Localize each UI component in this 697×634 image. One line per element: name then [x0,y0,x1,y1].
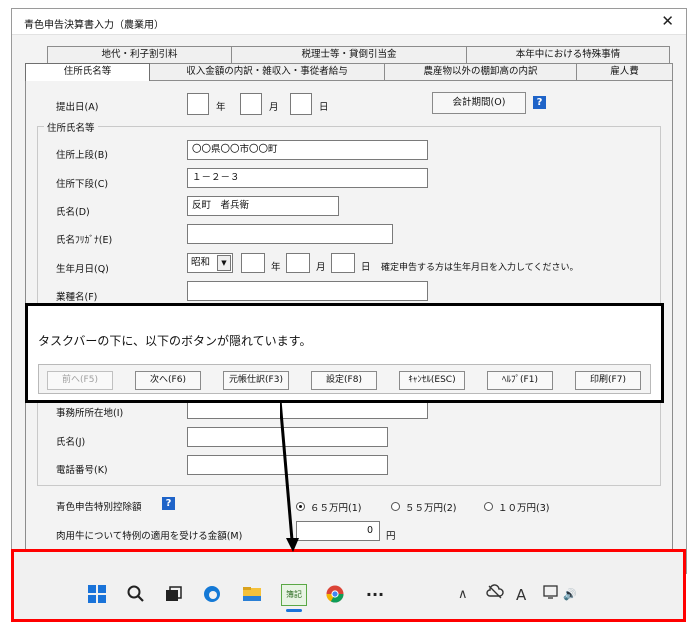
blue-deduction-label: 青色申告特別控除額 [56,502,142,513]
cancel-button[interactable]: ｷｬﾝｾﾙ(ESC) [399,371,465,390]
task-view-icon[interactable] [162,584,184,606]
submission-month-unit: 月 [269,102,279,113]
address-upper-label: 住所上段(B) [56,150,108,161]
tab-address-name[interactable]: 住所氏名等 [25,63,150,81]
chevron-up-icon[interactable]: ∧ [458,584,468,606]
speaker-icon[interactable]: 🔊 [563,584,577,606]
submission-year-unit: 年 [216,102,226,113]
callout-text: タスクバーの下に、以下のボタンが隠れています。 [38,334,312,348]
taskbar-highlight: 簿記 ··· ∧ A 🔊 [11,549,686,622]
file-explorer-icon[interactable] [241,584,263,606]
tab-label: 地代・利子割引料 [101,49,178,60]
network-icon[interactable] [540,584,562,606]
active-app-indicator [286,609,302,612]
tab-label: 農産物以外の棚卸高の内訳 [423,66,538,77]
hidden-button-bar: 前へ(F5) 次へ(F6) 元帳仕訳(F3) 設定(F8) ｷｬﾝｾﾙ(ESC)… [38,364,651,394]
chevron-down-icon[interactable]: ▼ [217,255,231,271]
tab-employee-cost[interactable]: 雇人費 [576,63,673,80]
tab-label: 収入金額の内訳・雑収入・事從者給与 [186,66,348,77]
office-address-label: 事務所所在地(I) [56,408,124,419]
windows-start-icon[interactable] [86,584,108,606]
bookkeeping-app-label: 簿記 [286,590,302,599]
close-icon[interactable]: ✕ [661,12,674,30]
birth-day-field[interactable] [331,253,355,273]
phone-field[interactable] [187,455,388,475]
deduction-10-label[interactable]: １０万円(3) [498,500,549,514]
deduction-55-radio[interactable] [391,502,400,511]
birthdate-label: 生年月日(Q) [56,264,109,275]
address-lower-field[interactable]: １－２－３ [187,168,428,188]
deduction-65-radio[interactable] [296,502,305,511]
submission-day-unit: 日 [319,102,329,113]
phone-label: 電話番号(K) [56,465,108,476]
tab-label: 住所氏名等 [63,66,112,77]
name-label: 氏名(D) [56,207,90,218]
tab-label: 税理士等・貸倒引当金 [301,49,397,60]
tab-revenue-breakdown[interactable]: 収入金額の内訳・雑収入・事從者給与 [149,63,385,80]
beef-amount-label: 肉用牛について特例の適用を受ける金額(M) [56,531,243,542]
search-icon[interactable] [125,584,147,606]
print-button[interactable]: 印刷(F7) [575,371,641,390]
tab-tax-accountant[interactable]: 税理士等・貸倒引当金 [231,46,467,63]
bookkeeping-app-icon[interactable]: 簿記 [281,584,307,606]
next-button[interactable]: 次へ(F6) [135,371,201,390]
birth-year-unit: 年 [271,262,281,273]
office-name-field[interactable] [187,427,388,447]
hidden-buttons-callout: タスクバーの下に、以下のボタンが隠れています。 前へ(F5) 次へ(F6) 元帳… [25,303,664,403]
accounting-period-button[interactable]: 会計期間(O) [432,92,526,114]
business-name-label: 業種名(F) [56,292,98,303]
address-lower-label: 住所下段(C) [56,179,109,190]
help-icon[interactable]: ? [533,96,546,109]
tab-label: 本年中における特殊事情 [515,49,621,60]
office-name-label: 氏名(J) [56,437,86,448]
window-title: 青色申告決算書入力（農業用） [24,20,164,31]
birth-day-unit: 日 [361,262,371,273]
submission-year-field[interactable] [187,93,209,115]
more-apps-icon[interactable]: ··· [364,584,386,606]
era-dropdown[interactable]: 昭和 ▼ [187,253,233,273]
deduction-55-label[interactable]: ５５万円(2) [405,500,456,514]
help-button[interactable]: ﾍﾙﾌﾟ(F1) [487,371,553,390]
submission-day-field[interactable] [290,93,312,115]
birthdate-note: 確定申告する方は生年月日を入力してください。 [381,263,579,273]
tab-rent-interest[interactable]: 地代・利子割引料 [47,46,232,63]
deduction-10-radio[interactable] [484,502,493,511]
name-field[interactable]: 反町 者兵衛 [187,196,339,216]
tab-inventory[interactable]: 農産物以外の棚卸高の内訳 [384,63,577,80]
submission-date-label: 提出日(A) [56,102,99,113]
birth-year-field[interactable] [241,253,265,273]
help-icon[interactable]: ? [162,497,175,510]
beef-amount-unit: 円 [386,531,396,542]
title-bar: 青色申告決算書入力（農業用） ✕ [12,9,686,35]
submission-month-field[interactable] [240,93,262,115]
beef-amount-field[interactable]: 0 [296,521,380,541]
birth-month-field[interactable] [286,253,310,273]
birth-month-unit: 月 [316,262,326,273]
address-group-title: 住所氏名等 [44,120,98,134]
cloud-icon[interactable] [484,584,506,606]
input-method-icon[interactable]: A [516,584,526,606]
furigana-label: 氏名ﾌﾘｶﾞﾅ(E) [56,235,113,246]
settings-button[interactable]: 設定(F8) [311,371,377,390]
deduction-65-label[interactable]: ６５万円(1) [310,500,361,514]
edge-browser-icon[interactable] [201,584,223,606]
furigana-field[interactable] [187,224,393,244]
prev-button[interactable]: 前へ(F5) [47,371,113,390]
business-name-field[interactable] [187,281,428,301]
chrome-browser-icon[interactable] [324,584,346,606]
ledger-entry-button[interactable]: 元帳仕訳(F3) [223,371,289,390]
tab-special-circumstances[interactable]: 本年中における特殊事情 [466,46,670,63]
tab-label: 雇人費 [610,66,639,77]
address-upper-field[interactable]: 〇〇県〇〇市〇〇町 [187,140,428,160]
era-value: 昭和 [191,257,211,268]
